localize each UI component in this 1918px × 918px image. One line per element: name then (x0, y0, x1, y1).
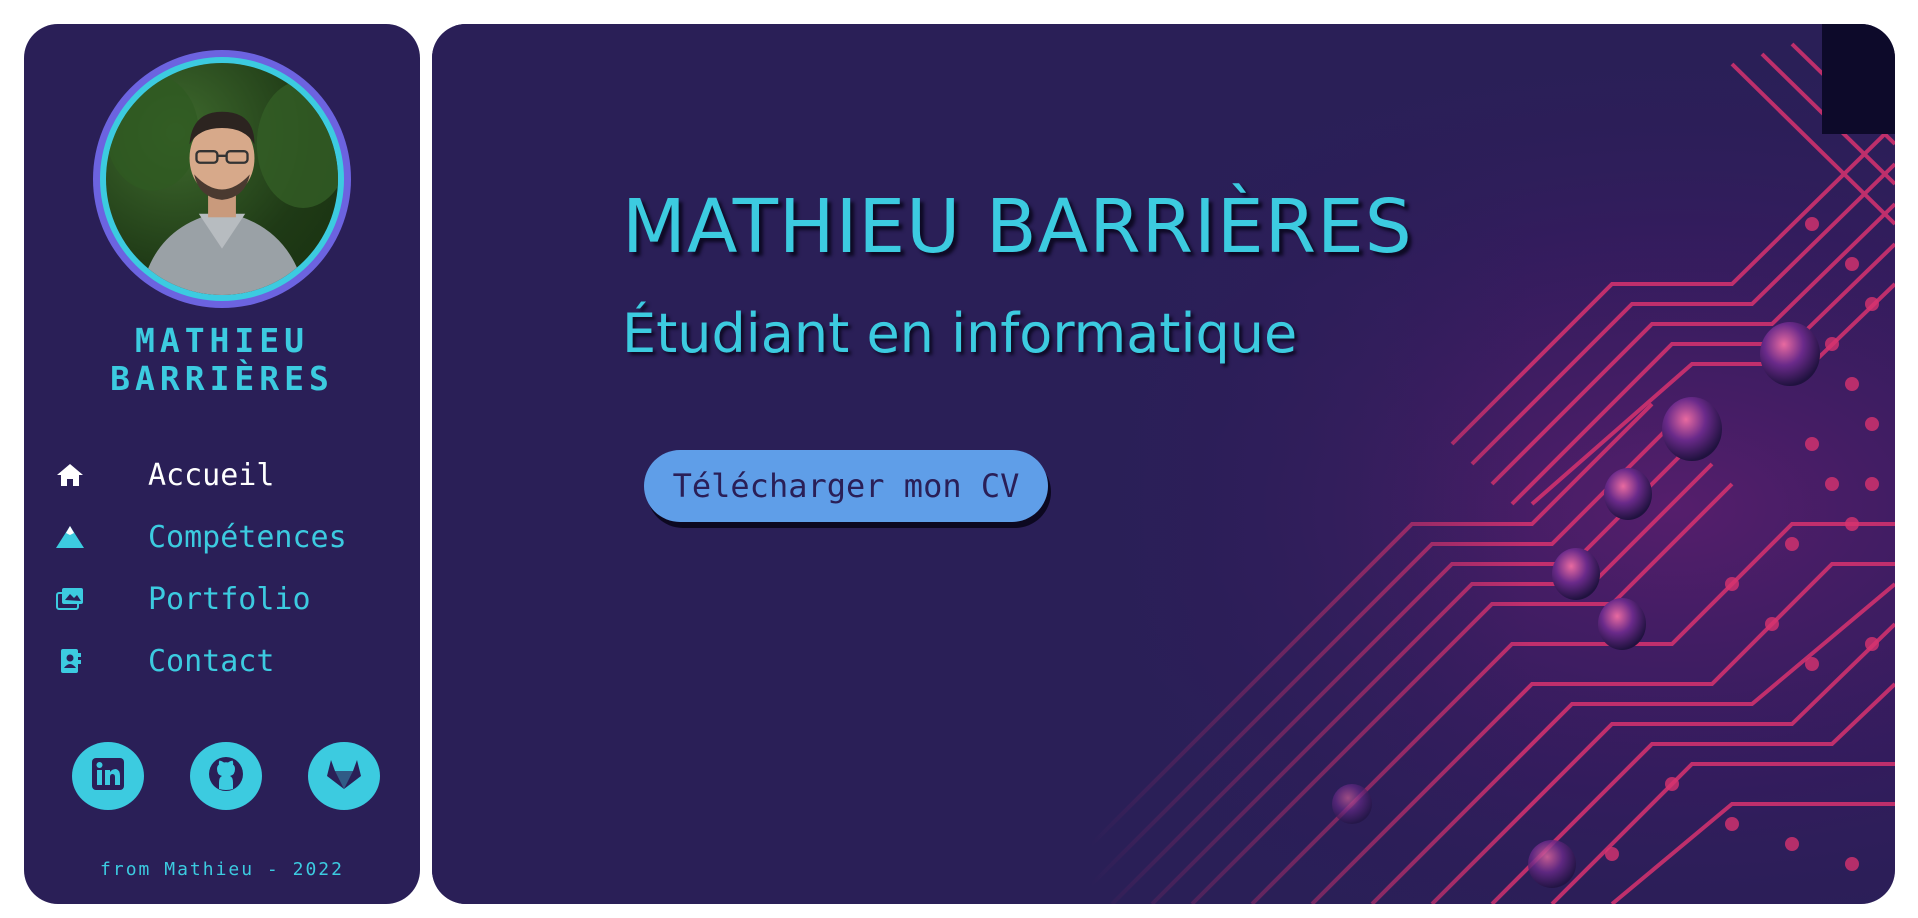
avatar-ring (93, 50, 351, 308)
nav-item-portfolio[interactable]: Portfolio (54, 568, 347, 630)
nav-item-accueil[interactable]: Accueil (54, 444, 347, 506)
github-button[interactable] (190, 742, 262, 810)
avatar (106, 63, 338, 295)
hero-subtitle: Étudiant en informatique (622, 302, 1298, 365)
sidebar-name: MATHIEU BARRIÈRES (24, 322, 420, 398)
sidebar: MATHIEU BARRIÈRES Accueil Compétences Po… (24, 24, 420, 904)
social-links (72, 742, 426, 810)
sidebar-name-line1: MATHIEU (134, 321, 310, 360)
mountain-icon (54, 521, 86, 553)
linkedin-icon (91, 757, 125, 795)
nav-label-competences: Compétences (148, 519, 347, 555)
main-nav: Accueil Compétences Portfolio Contact (54, 444, 347, 692)
address-book-icon (54, 645, 86, 677)
nav-item-competences[interactable]: Compétences (54, 506, 347, 568)
nav-item-contact[interactable]: Contact (54, 630, 347, 692)
images-icon (54, 583, 86, 615)
linkedin-button[interactable] (72, 742, 144, 810)
hero-title: MATHIEU BARRIÈRES (622, 184, 1413, 270)
sidebar-name-line2: BARRIÈRES (110, 359, 334, 398)
gitlab-icon (325, 757, 363, 795)
footer-text: from Mathieu - 2022 (100, 859, 344, 880)
profile-photo (106, 74, 338, 295)
download-cv-button[interactable]: Télécharger mon CV (644, 450, 1048, 522)
hero-panel: MATHIEU BARRIÈRES Étudiant en informatiq… (432, 24, 1895, 904)
github-icon (208, 756, 244, 796)
nav-label-contact: Contact (148, 643, 275, 679)
nav-label-accueil: Accueil (148, 457, 275, 493)
nav-label-portfolio: Portfolio (148, 581, 311, 617)
gitlab-button[interactable] (308, 742, 380, 810)
home-icon (54, 459, 86, 491)
